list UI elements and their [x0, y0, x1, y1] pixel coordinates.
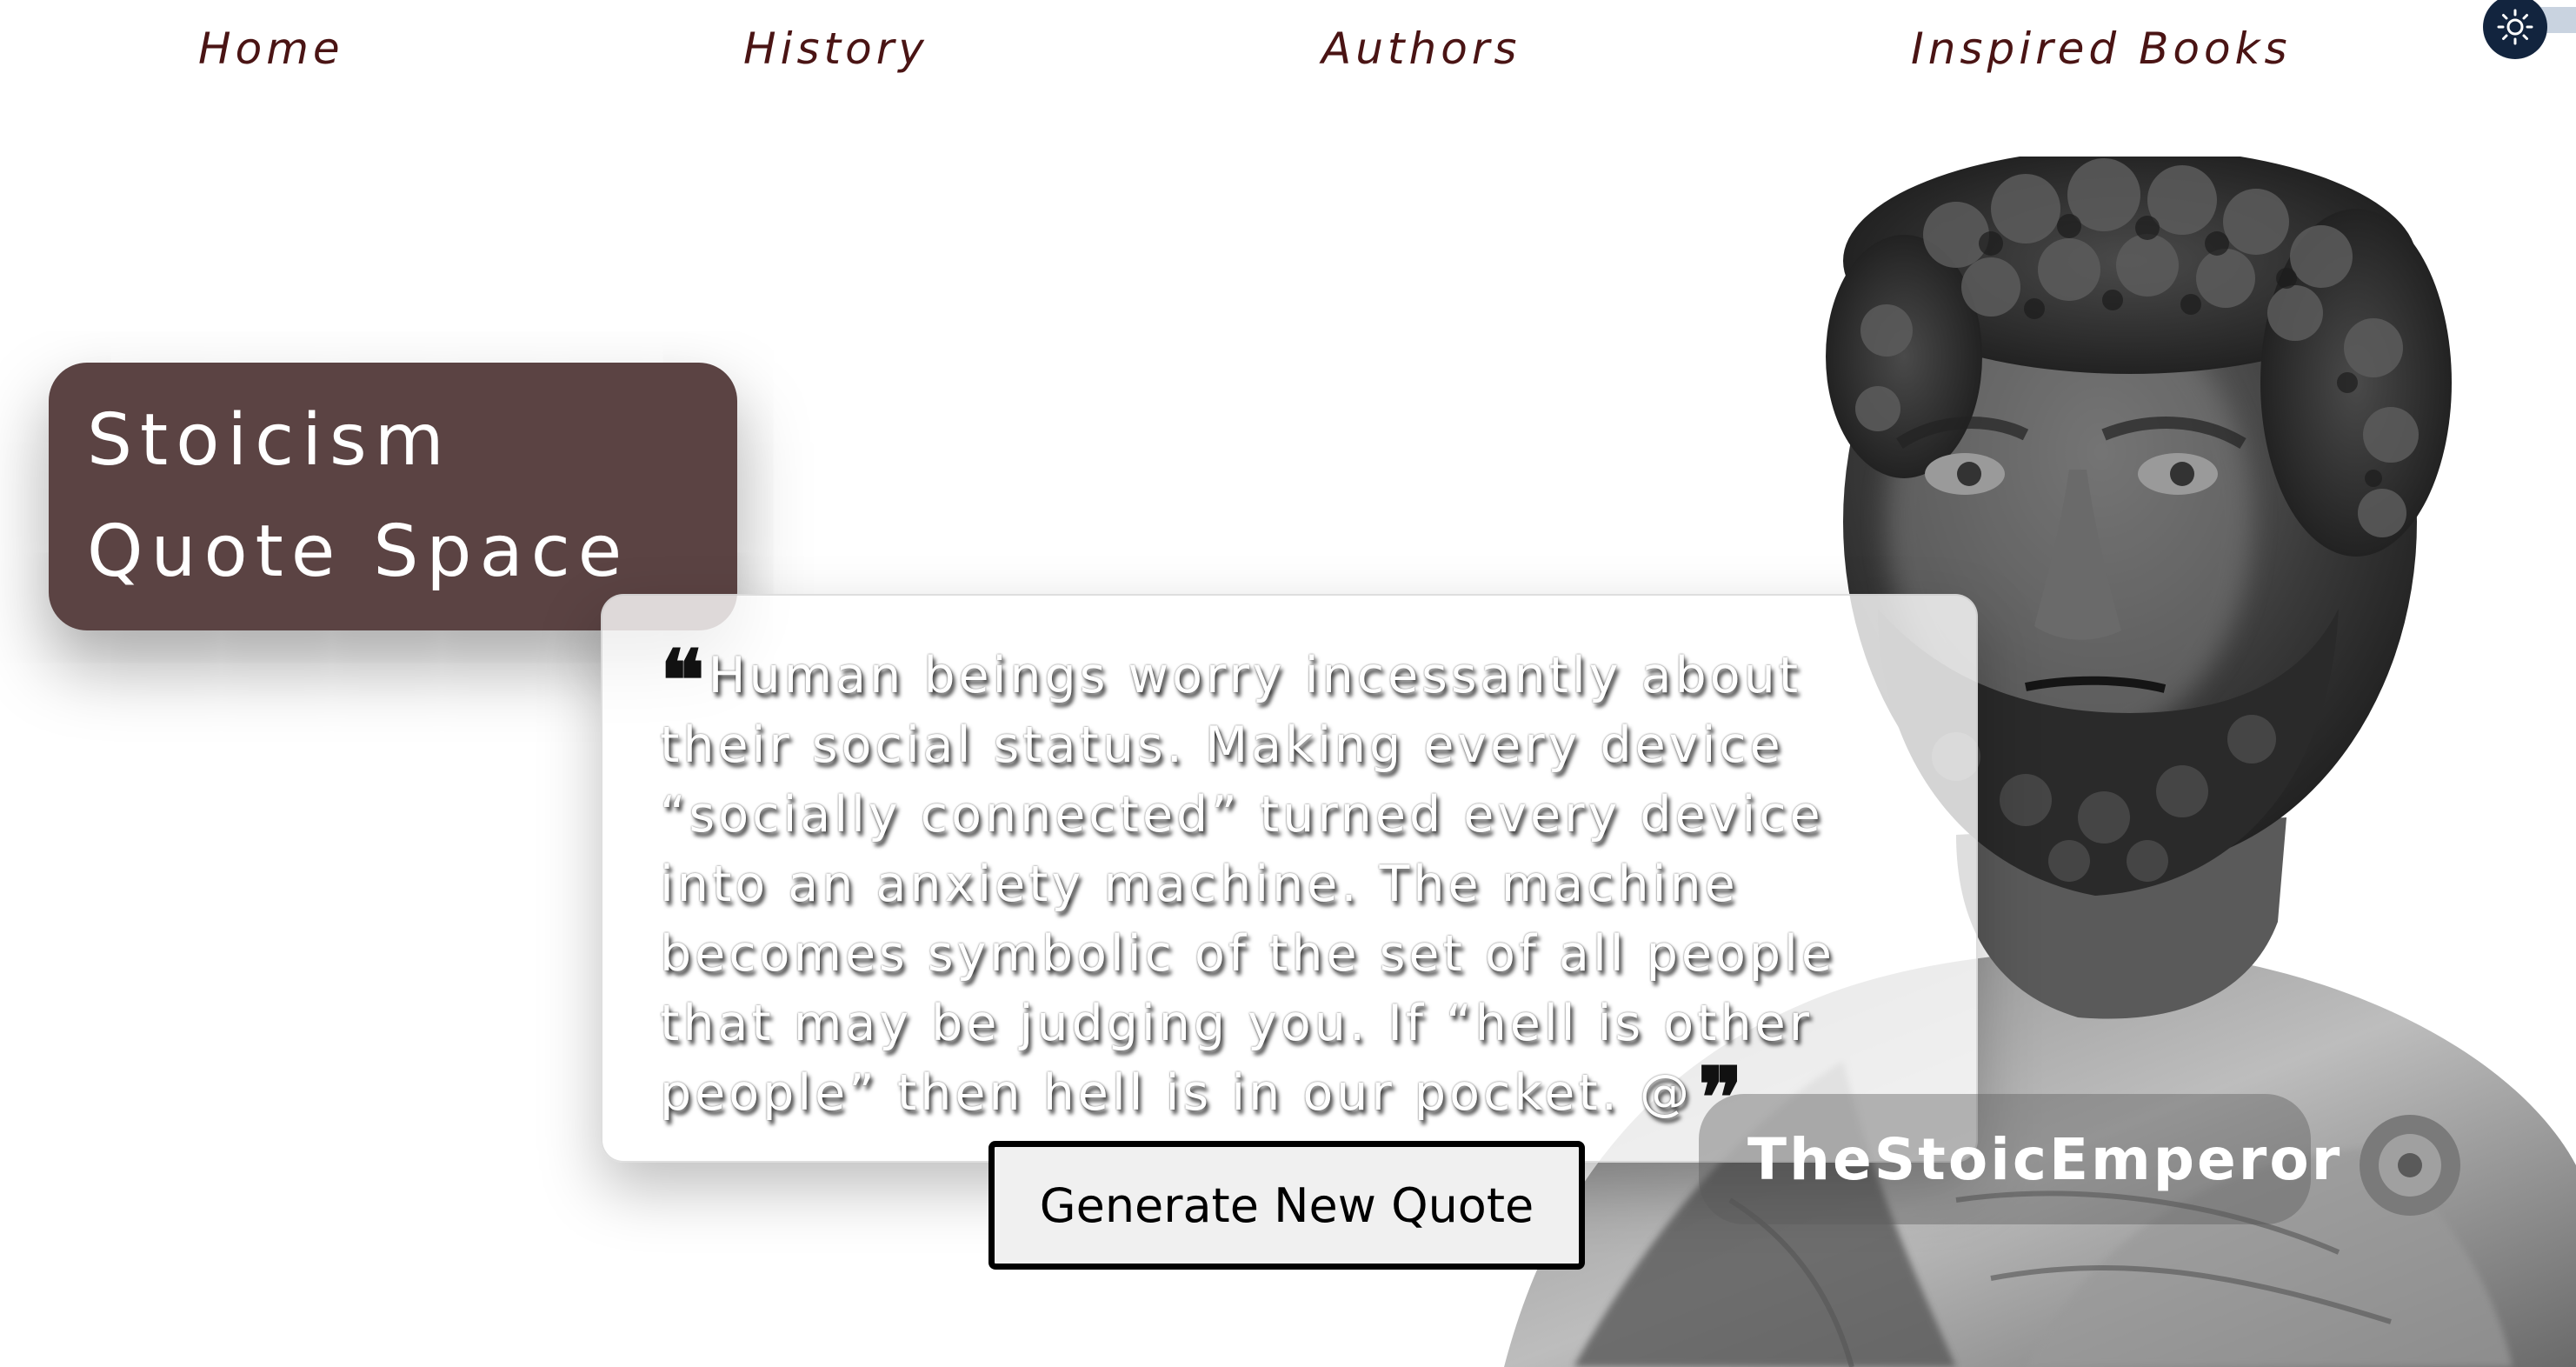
site-title-line-2: Quote Space — [87, 510, 630, 593]
nav-authors-link[interactable]: Authors — [1321, 19, 1521, 78]
quote-author-badge: TheStoicEmperor — [1699, 1094, 2340, 1224]
quote-author: TheStoicEmperor — [1747, 1126, 2343, 1193]
top-nav: Home History Authors Inspired Books — [0, 0, 2576, 100]
site-title-card: Stoicism Quote Space — [49, 363, 737, 630]
quote-body: ❝ Human beings worry incessantly about th… — [660, 639, 1912, 1140]
quote-card: ❝ Human beings worry incessantly about th… — [601, 594, 1978, 1163]
sun-icon — [2497, 9, 2533, 45]
generate-new-quote-button[interactable]: Generate New Quote — [988, 1141, 1585, 1270]
nav-history-link[interactable]: History — [743, 19, 929, 78]
nav-home-link[interactable]: Home — [198, 19, 344, 78]
nav-inspired-books-link[interactable]: Inspired Books — [1911, 19, 2292, 78]
site-title-line-1: Stoicism — [87, 399, 452, 482]
page: Home History Authors Inspired Books Stoi… — [0, 0, 2576, 1367]
quote-text: Human beings worry incessantly about the… — [660, 647, 1835, 1122]
open-quote-icon: ❝ — [660, 631, 705, 730]
